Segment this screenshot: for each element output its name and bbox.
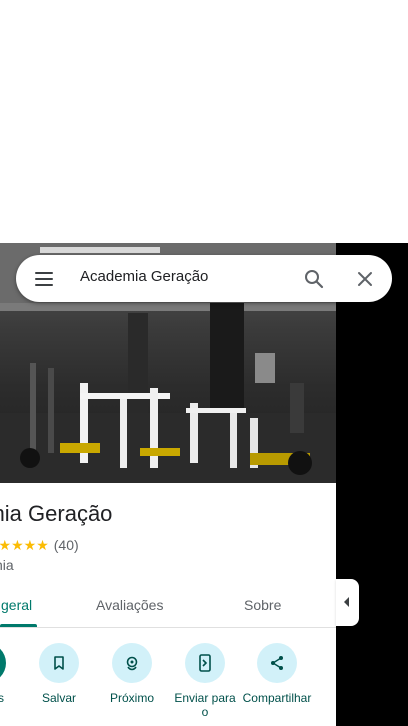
blank-area (0, 0, 408, 243)
share-button[interactable]: Compartilhar (242, 643, 312, 705)
place-panel: demia Geração ★★★★★ (40) nia geral Avali… (0, 243, 336, 726)
map-canvas[interactable] (336, 243, 408, 726)
place-category[interactable]: nia (0, 557, 14, 573)
search-bar[interactable]: Academia Geração (16, 255, 392, 302)
tab-reviews[interactable]: Avaliações (96, 597, 163, 613)
nearby-icon (112, 643, 152, 683)
send-to-phone-icon (185, 643, 225, 683)
rating-row[interactable]: ★★★★★ (40) (0, 536, 79, 554)
tab-overview[interactable]: geral (1, 597, 32, 613)
collapse-arrow-icon (344, 597, 349, 607)
menu-button[interactable] (30, 267, 58, 291)
save-label: Salvar (41, 691, 76, 705)
tab-indicator (0, 624, 37, 627)
bookmark-icon (39, 643, 79, 683)
directions-label: s (0, 691, 4, 705)
share-icon (257, 643, 297, 683)
tab-about[interactable]: Sobre (244, 597, 281, 613)
place-title: demia Geração (0, 501, 113, 526)
share-label: Compartilhar (242, 691, 312, 705)
search-input[interactable]: Academia Geração (80, 268, 280, 285)
send-to-phone-label: Enviar para o (174, 691, 236, 719)
collapse-panel-button[interactable] (336, 579, 359, 626)
nearby-label: Próximo (109, 691, 154, 705)
send-to-phone-button[interactable]: Enviar para o (170, 643, 240, 719)
search-icon[interactable] (302, 267, 326, 291)
tab-bar: geral Avaliações Sobre (0, 583, 336, 628)
star-rating: ★★★★★ (0, 536, 49, 553)
nearby-button[interactable]: Próximo (97, 643, 167, 705)
close-icon[interactable] (353, 267, 377, 291)
directions-button[interactable] (0, 643, 6, 683)
review-count[interactable]: (40) (54, 537, 79, 553)
save-button[interactable]: Salvar (24, 643, 94, 705)
